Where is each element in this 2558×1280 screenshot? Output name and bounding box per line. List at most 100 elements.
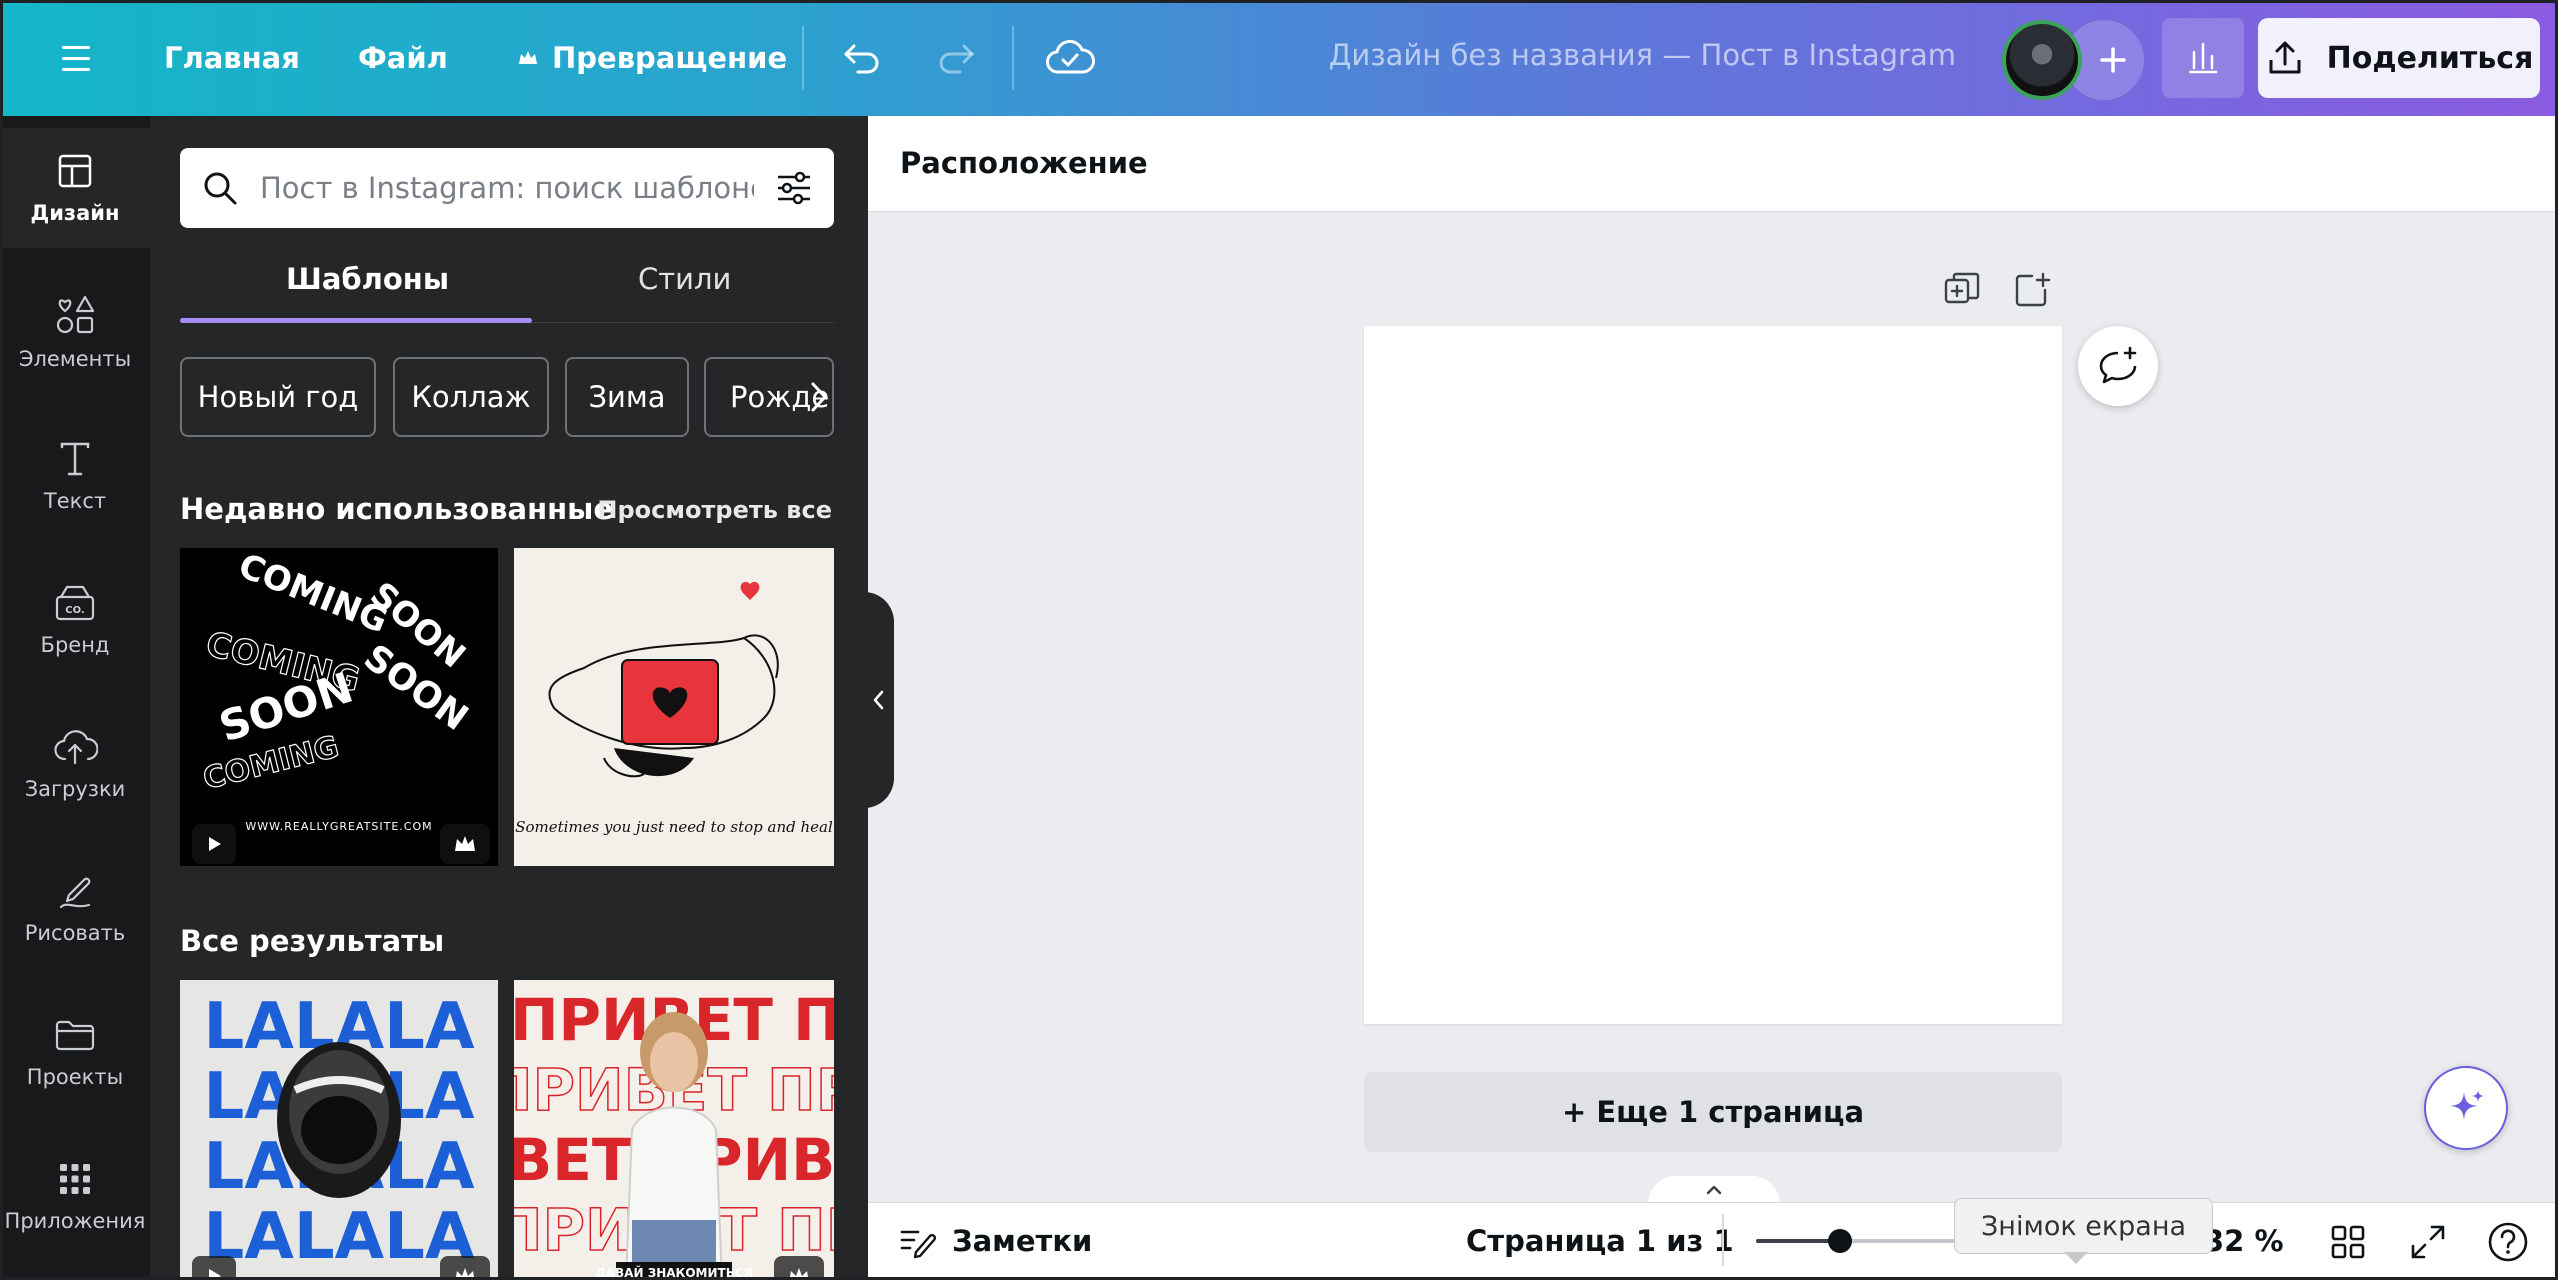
transform-label: Превращение: [552, 41, 788, 75]
rail-item-draw[interactable]: Рисовать: [0, 848, 150, 968]
filter-sliders-icon[interactable]: [774, 168, 814, 208]
premium-crown-icon: [440, 1256, 490, 1280]
chip-collage[interactable]: Коллаж: [393, 357, 549, 437]
add-comment-button[interactable]: [2078, 326, 2158, 406]
help-icon[interactable]: [2486, 1220, 2530, 1264]
share-button[interactable]: Поделиться: [2258, 18, 2540, 98]
rail-item-text[interactable]: Текст: [0, 416, 150, 536]
rail-item-label: Приложения: [4, 1209, 146, 1233]
thumb-site-text: WWW.REALLYGREATSITE.COM: [245, 820, 432, 833]
rail-item-apps[interactable]: Приложения: [0, 1136, 150, 1256]
redo-icon[interactable]: [934, 36, 978, 80]
template-lalala[interactable]: LALALA LALALA LALALA LALALA: [180, 980, 498, 1280]
sparkle-icon: [2444, 1086, 2488, 1130]
thumb-badge-text: ДАВАЙ ЗНАКОМИТЬСЯ: [595, 1265, 753, 1280]
chip-new-year[interactable]: Новый год: [180, 357, 376, 437]
design-page[interactable]: [1364, 326, 2062, 1024]
crown-icon: [516, 46, 540, 70]
heart-icon: [740, 581, 760, 600]
grid-view-icon[interactable]: [2328, 1222, 2368, 1262]
zoom-slider-thumb[interactable]: [1827, 1229, 1852, 1253]
collapse-panel-handle[interactable]: [864, 592, 894, 808]
rail-item-design[interactable]: Дизайн: [0, 128, 150, 248]
chevron-right-icon[interactable]: [804, 372, 834, 422]
divider: [802, 26, 804, 90]
magic-assistant-button[interactable]: [2424, 1066, 2508, 1150]
position-button[interactable]: Расположение: [900, 146, 1148, 180]
notes-label: Заметки: [952, 1224, 1093, 1258]
rail-item-label: Проекты: [26, 1065, 124, 1089]
template-stop-and-heal[interactable]: Sometimes you just need to stop and heal: [514, 548, 834, 866]
all-results-title: Все результаты: [180, 924, 445, 958]
avatar[interactable]: [2002, 20, 2082, 100]
rail-item-uploads[interactable]: Загрузки: [0, 704, 150, 824]
chevron-left-icon: [872, 689, 886, 711]
premium-crown-icon: [774, 1256, 824, 1280]
layout-icon: [55, 151, 95, 191]
recent-section-title: Недавно использованные: [180, 492, 614, 526]
context-toolbar: Расположение: [868, 116, 2558, 212]
upload-share-icon: [2265, 38, 2305, 78]
search-input[interactable]: [260, 171, 754, 205]
rail-item-label: Текст: [43, 489, 107, 513]
rail-item-label: Бренд: [40, 633, 110, 657]
show-pages-handle[interactable]: [1648, 1176, 1780, 1204]
undo-icon[interactable]: [840, 36, 884, 80]
divider: [1012, 26, 1014, 90]
add-page-button[interactable]: + Еще 1 страница: [1364, 1072, 2062, 1152]
thumb-text: LALALA: [204, 1200, 475, 1274]
notes-pencil-icon: [898, 1222, 936, 1260]
zoom-slider[interactable]: [1756, 1226, 1976, 1256]
thumb-text: COMING: [233, 548, 393, 642]
template-search[interactable]: [180, 148, 834, 228]
text-icon: [55, 439, 95, 479]
thumb-text: COMING: [200, 730, 343, 797]
premium-crown-icon: [440, 824, 490, 864]
svg-text:CO.: CO.: [65, 605, 84, 616]
cloud-saved-icon[interactable]: [1044, 36, 1096, 80]
play-video-icon: [192, 824, 236, 864]
document-title[interactable]: Дизайн без названия — Пост в Instagram: [1329, 38, 1956, 72]
rail-item-brand[interactable]: CO. Бренд: [0, 560, 150, 680]
page-indicator[interactable]: Страница 1 из 1: [1466, 1224, 1734, 1258]
add-page-icon[interactable]: [2012, 270, 2052, 310]
upload-cloud-icon: [52, 727, 98, 767]
comment-plus-icon: [2096, 344, 2140, 388]
apps-grid-icon: [55, 1159, 95, 1199]
template-privet[interactable]: ПРИВЕТ ПРИВЕТ ПРИВЕТ ПРИ ВЕТ ПРИВЕТ ПРИВ…: [514, 980, 834, 1280]
hamburger-menu-icon[interactable]: [56, 38, 96, 78]
screenshot-tooltip: Знімок екрана: [1954, 1198, 2214, 1254]
rail-item-label: Загрузки: [24, 777, 126, 801]
see-all-link[interactable]: Просмотреть все: [597, 496, 832, 524]
notes-button[interactable]: Заметки: [898, 1222, 1092, 1260]
transform-button[interactable]: Превращение: [516, 28, 787, 88]
rail-item-label: Дизайн: [30, 201, 120, 225]
zoom-level[interactable]: 32 %: [2204, 1224, 2284, 1258]
shapes-icon: [53, 293, 97, 337]
plus-icon: [2098, 45, 2128, 75]
tab-styles[interactable]: Стили: [638, 262, 731, 296]
rail-item-label: Элементы: [18, 347, 132, 371]
chip-winter[interactable]: Зима: [565, 357, 689, 437]
fullscreen-icon[interactable]: [2408, 1222, 2448, 1262]
chevron-up-icon: [1704, 1183, 1724, 1197]
tab-templates[interactable]: Шаблоны: [286, 262, 449, 296]
search-icon: [200, 168, 240, 208]
folder-icon: [53, 1015, 97, 1055]
thumb-caption: Sometimes you just need to stop and heal: [515, 818, 833, 836]
duplicate-page-icon[interactable]: [1942, 270, 1982, 310]
share-label: Поделиться: [2326, 40, 2534, 76]
file-menu-button[interactable]: Файл: [358, 28, 448, 88]
template-coming-soon[interactable]: COMING SOON COMING SOON SOON COMING WWW.…: [180, 548, 498, 866]
rail-item-elements[interactable]: Элементы: [0, 272, 150, 392]
bar-chart-icon: [2183, 38, 2223, 78]
rail-item-label: Рисовать: [24, 921, 126, 945]
divider: [1722, 1214, 1724, 1266]
tooltip-arrow: [2064, 1252, 2088, 1264]
play-video-icon: [192, 1256, 236, 1280]
active-tab-indicator: [180, 318, 532, 323]
home-button[interactable]: Главная: [164, 28, 300, 88]
draw-icon: [55, 871, 95, 911]
analytics-button[interactable]: [2162, 18, 2244, 98]
rail-item-projects[interactable]: Проекты: [0, 992, 150, 1112]
